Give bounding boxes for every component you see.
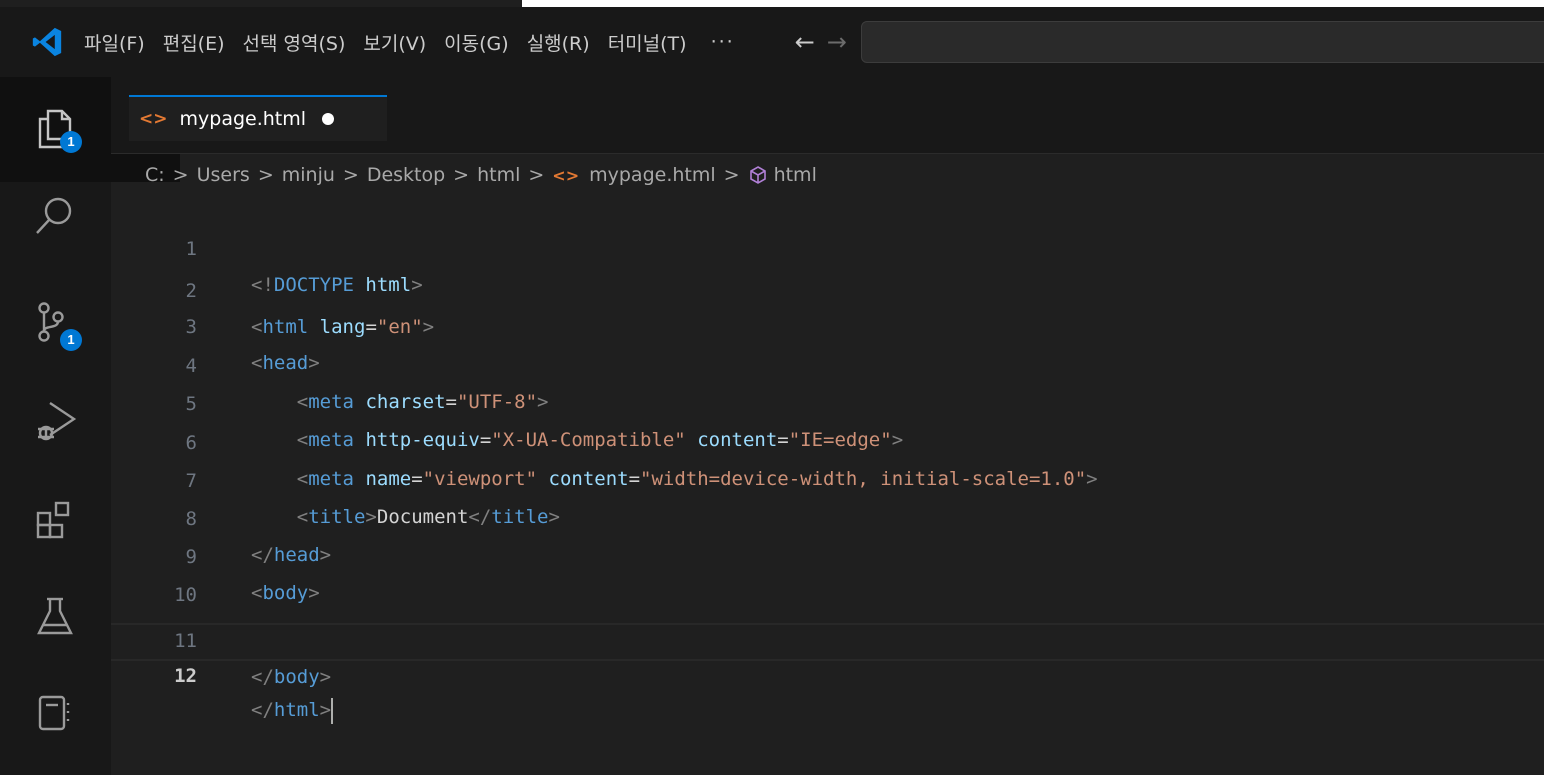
menu-file[interactable]: 파일(F)	[84, 29, 145, 56]
tab-label: mypage.html	[179, 108, 307, 130]
breadcrumb-sep: >	[342, 164, 359, 186]
html-file-icon: <>	[139, 109, 168, 129]
source-control-icon[interactable]: 1	[32, 299, 82, 351]
forward-arrow-icon[interactable]: →	[827, 28, 847, 56]
breadcrumb-users[interactable]: Users	[197, 164, 250, 186]
text-cursor	[331, 697, 334, 724]
code-line[interactable]: 4 <meta charset="UTF-8">	[111, 312, 1544, 413]
background-area	[522, 0, 1544, 7]
code-editor[interactable]: 1 <!DOCTYPE html> 2 <html lang="en"> 3 <…	[111, 195, 1544, 775]
menu-more-button[interactable]: ···	[711, 31, 735, 53]
breadcrumb: C: > Users > minju > Desktop > html > <>…	[145, 158, 817, 192]
title-bar: 파일(F) 편집(E) 선택 영역(S) 보기(V) 이동(G) 실행(R) 터…	[0, 7, 1544, 77]
breadcrumb-desktop[interactable]: Desktop	[367, 164, 445, 186]
code-text: </html>	[251, 693, 334, 727]
menu-go[interactable]: 이동(G)	[444, 29, 509, 56]
breadcrumb-sep: >	[257, 164, 274, 186]
code-line[interactable]: 6 <meta name="viewport" content="width=d…	[111, 389, 1544, 490]
breadcrumb-sep: >	[528, 164, 545, 186]
unsaved-dot-icon[interactable]	[322, 113, 335, 125]
notebook-icon[interactable]	[32, 689, 78, 735]
menu-terminal[interactable]: 터미널(T)	[608, 29, 687, 56]
code-line[interactable]: 7 <title>Document</title>	[111, 427, 1544, 528]
menu-selection[interactable]: 선택 영역(S)	[243, 29, 346, 56]
search-icon[interactable]	[32, 193, 78, 239]
breadcrumb-sep: >	[453, 164, 470, 186]
editor-tab-bar: <> mypage.html	[111, 77, 1544, 154]
breadcrumb-sep: >	[172, 164, 189, 186]
testing-icon[interactable]	[32, 593, 78, 639]
vscode-window: 파일(F) 편집(E) 선택 영역(S) 보기(V) 이동(G) 실행(R) 터…	[0, 0, 1544, 775]
code-line[interactable]: 3 <head>	[111, 273, 1544, 374]
explorer-badge-overlay: 1	[60, 131, 82, 153]
back-arrow-icon[interactable]: ←	[795, 28, 815, 56]
code-line[interactable]: 10	[111, 541, 1544, 606]
breadcrumb-minju[interactable]: minju	[282, 164, 335, 186]
line-number-active: 12	[174, 665, 197, 687]
code-line[interactable]: 8 </head>	[111, 465, 1544, 566]
code-line[interactable]: 5 <meta http-equiv="X-UA-Compatible" con…	[111, 350, 1544, 451]
breadcrumb-symbol[interactable]: html	[774, 164, 817, 186]
code-line[interactable]: 11 </body>	[111, 587, 1544, 688]
breadcrumb-drive[interactable]: C:	[145, 164, 165, 186]
menu-view[interactable]: 보기(V)	[363, 29, 426, 56]
run-debug-icon[interactable]	[32, 397, 78, 443]
menu-run[interactable]: 실행(R)	[527, 29, 590, 56]
menu-edit[interactable]: 편집(E)	[163, 29, 225, 56]
explorer-icon-overlay[interactable]: 1	[32, 105, 82, 153]
breadcrumb-sep: >	[723, 164, 740, 186]
code-line[interactable]: 2 <html lang="en">	[111, 237, 1544, 338]
symbol-element-icon	[749, 166, 766, 184]
command-center-search-box[interactable]	[860, 21, 1544, 63]
code-line[interactable]: 1 <!DOCTYPE html>	[111, 195, 1544, 296]
html-file-icon: <>	[552, 165, 580, 185]
vscode-logo-icon	[32, 27, 62, 57]
code-line-current[interactable]: 12 </html>	[111, 623, 1544, 724]
code-text: </body>	[251, 666, 332, 688]
tab-mypage-html[interactable]: <> mypage.html	[129, 95, 387, 141]
code-line[interactable]: 9 <body>	[111, 503, 1544, 604]
source-control-badge: 1	[60, 329, 82, 351]
extensions-icon[interactable]	[32, 497, 78, 543]
breadcrumb-html-folder[interactable]: html	[477, 164, 520, 186]
breadcrumb-file[interactable]: mypage.html	[589, 164, 716, 186]
